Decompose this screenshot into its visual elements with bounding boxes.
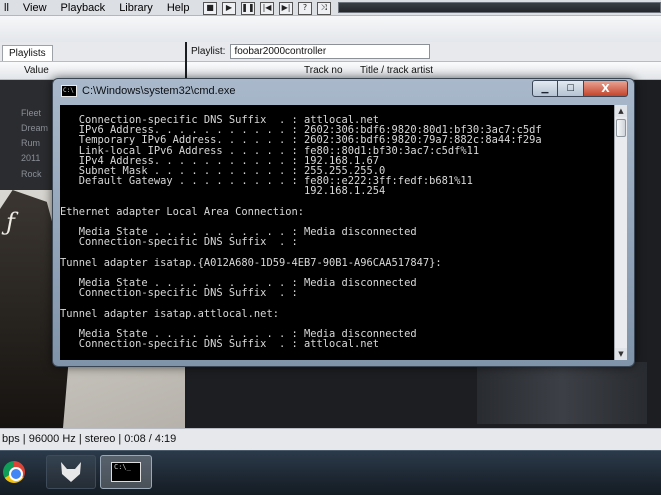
column-track-no[interactable]: Track no (304, 65, 343, 76)
playlist-switcher: Playlist: foobar2000controller (187, 42, 661, 62)
visualization-reflection (477, 362, 647, 424)
foobar-icon (61, 462, 81, 482)
menu-item-help[interactable]: Help (163, 2, 200, 14)
chrome-icon (3, 461, 25, 483)
playlist-label: Playlist: (191, 46, 226, 57)
scroll-up-icon[interactable]: ▲ (615, 105, 627, 117)
column-title-artist[interactable]: Title / track artist (360, 65, 433, 76)
taskbar-cmd-button[interactable]: C:\_ (100, 455, 152, 489)
play-icon[interactable]: ▶ (222, 1, 236, 15)
foobar-top-band (0, 16, 661, 42)
menu-item-file[interactable]: ll (0, 2, 19, 14)
pause-icon[interactable]: ❚❚ (241, 1, 255, 15)
album-logo: ƒ (6, 208, 15, 236)
console-scrollbar[interactable]: ▲ ▼ (614, 105, 627, 360)
console-output: Connection-specific DNS Suffix . : attlo… (60, 105, 614, 360)
scroll-thumb[interactable] (616, 119, 626, 137)
stop-icon[interactable]: ■ (203, 1, 217, 15)
console-line: Ethernet adapter Local Area Connection: (60, 205, 304, 218)
console-line: Connection-specific DNS Suffix . : (60, 236, 298, 249)
window-title: C:\Windows\system32\cmd.exe (82, 85, 236, 97)
menu-item-playback[interactable]: Playback (57, 2, 116, 14)
cmd-app-icon[interactable]: C:\ (61, 85, 77, 97)
seek-bar[interactable] (338, 2, 661, 13)
menu-item-view[interactable]: View (19, 2, 57, 14)
console-line: Tunnel adapter isatap.attlocal.net: (60, 307, 279, 320)
next-icon[interactable]: ▶| (279, 1, 293, 15)
scroll-down-icon[interactable]: ▼ (615, 348, 627, 360)
list-item: 2011 (21, 153, 41, 163)
console-line: 192.168.1.254 (60, 185, 386, 198)
previous-icon[interactable]: |◀ (260, 1, 274, 15)
list-item: Rock (21, 169, 42, 179)
left-tab-strip: Playlists (0, 42, 185, 62)
taskbar-chrome-button[interactable] (0, 455, 34, 489)
playback-toolbar: ■ ▶ ❚❚ |◀ ▶| ? ⤨ (203, 0, 331, 16)
console-area[interactable]: Connection-specific DNS Suffix . : attlo… (60, 105, 627, 360)
taskbar-foobar-button[interactable] (46, 455, 96, 489)
console-line: Connection-specific DNS Suffix . : (60, 287, 298, 300)
close-button[interactable]: X (584, 80, 628, 97)
window-controls: ▁ ☐ X (532, 80, 628, 97)
taskbar: C:\_ (0, 450, 661, 495)
status-bar: bps | 96000 Hz | stereo | 0:08 / 4:19 (0, 428, 661, 450)
tab-playlists[interactable]: Playlists (2, 45, 53, 61)
shuffle-icon[interactable]: ⤨ (317, 1, 331, 15)
list-item: Dream (21, 123, 49, 133)
random-icon[interactable]: ? (298, 1, 312, 15)
list-item: Rum (21, 138, 41, 148)
list-item: Fleet (21, 108, 42, 118)
minimize-button[interactable]: ▁ (532, 80, 558, 97)
cmd-window[interactable]: C:\ C:\Windows\system32\cmd.exe ▁ ☐ X Co… (52, 78, 635, 367)
cmd-icon: C:\_ (111, 462, 141, 482)
menu-item-library[interactable]: Library (115, 2, 163, 14)
maximize-button[interactable]: ☐ (558, 80, 584, 97)
console-line: Connection-specific DNS Suffix . : attlo… (60, 338, 380, 351)
console-line: Tunnel adapter isatap.{A012A680-1D59-4EB… (60, 256, 442, 269)
playlist-dropdown[interactable]: foobar2000controller (230, 44, 431, 59)
cmd-titlebar[interactable]: C:\ C:\Windows\system32\cmd.exe ▁ ☐ X (53, 79, 634, 103)
